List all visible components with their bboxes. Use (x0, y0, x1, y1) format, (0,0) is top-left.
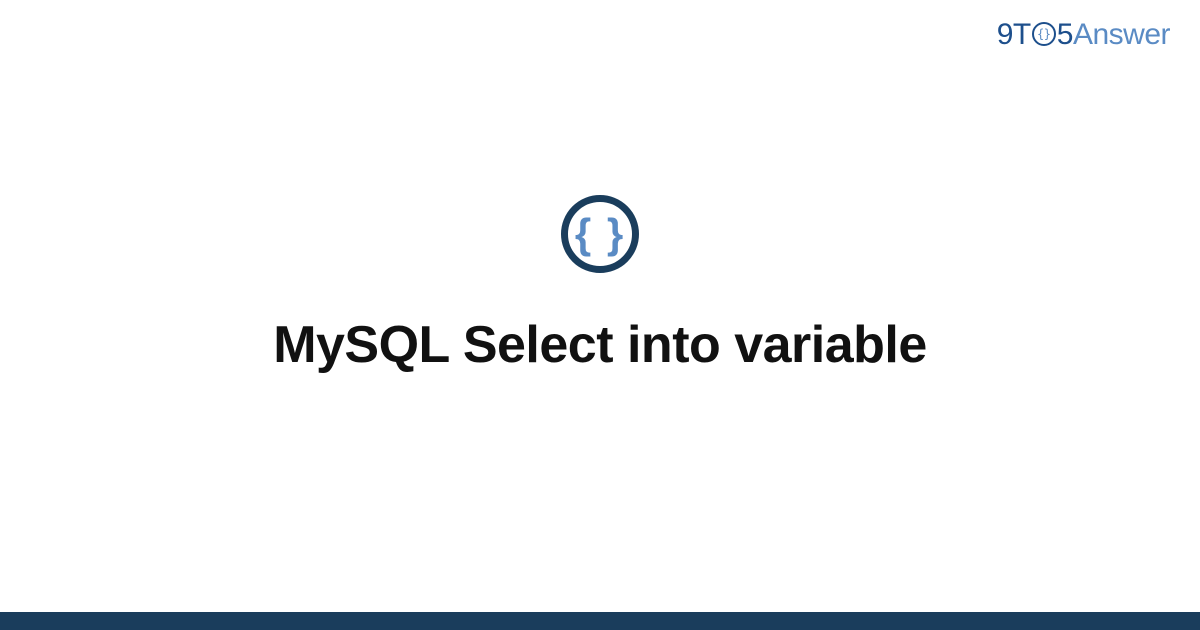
braces-icon: { } (561, 195, 639, 273)
braces-glyph: { } (575, 213, 625, 255)
main-content: { } MySQL Select into variable (0, 0, 1200, 630)
page-title: MySQL Select into variable (273, 315, 927, 375)
footer-accent-bar (0, 612, 1200, 630)
